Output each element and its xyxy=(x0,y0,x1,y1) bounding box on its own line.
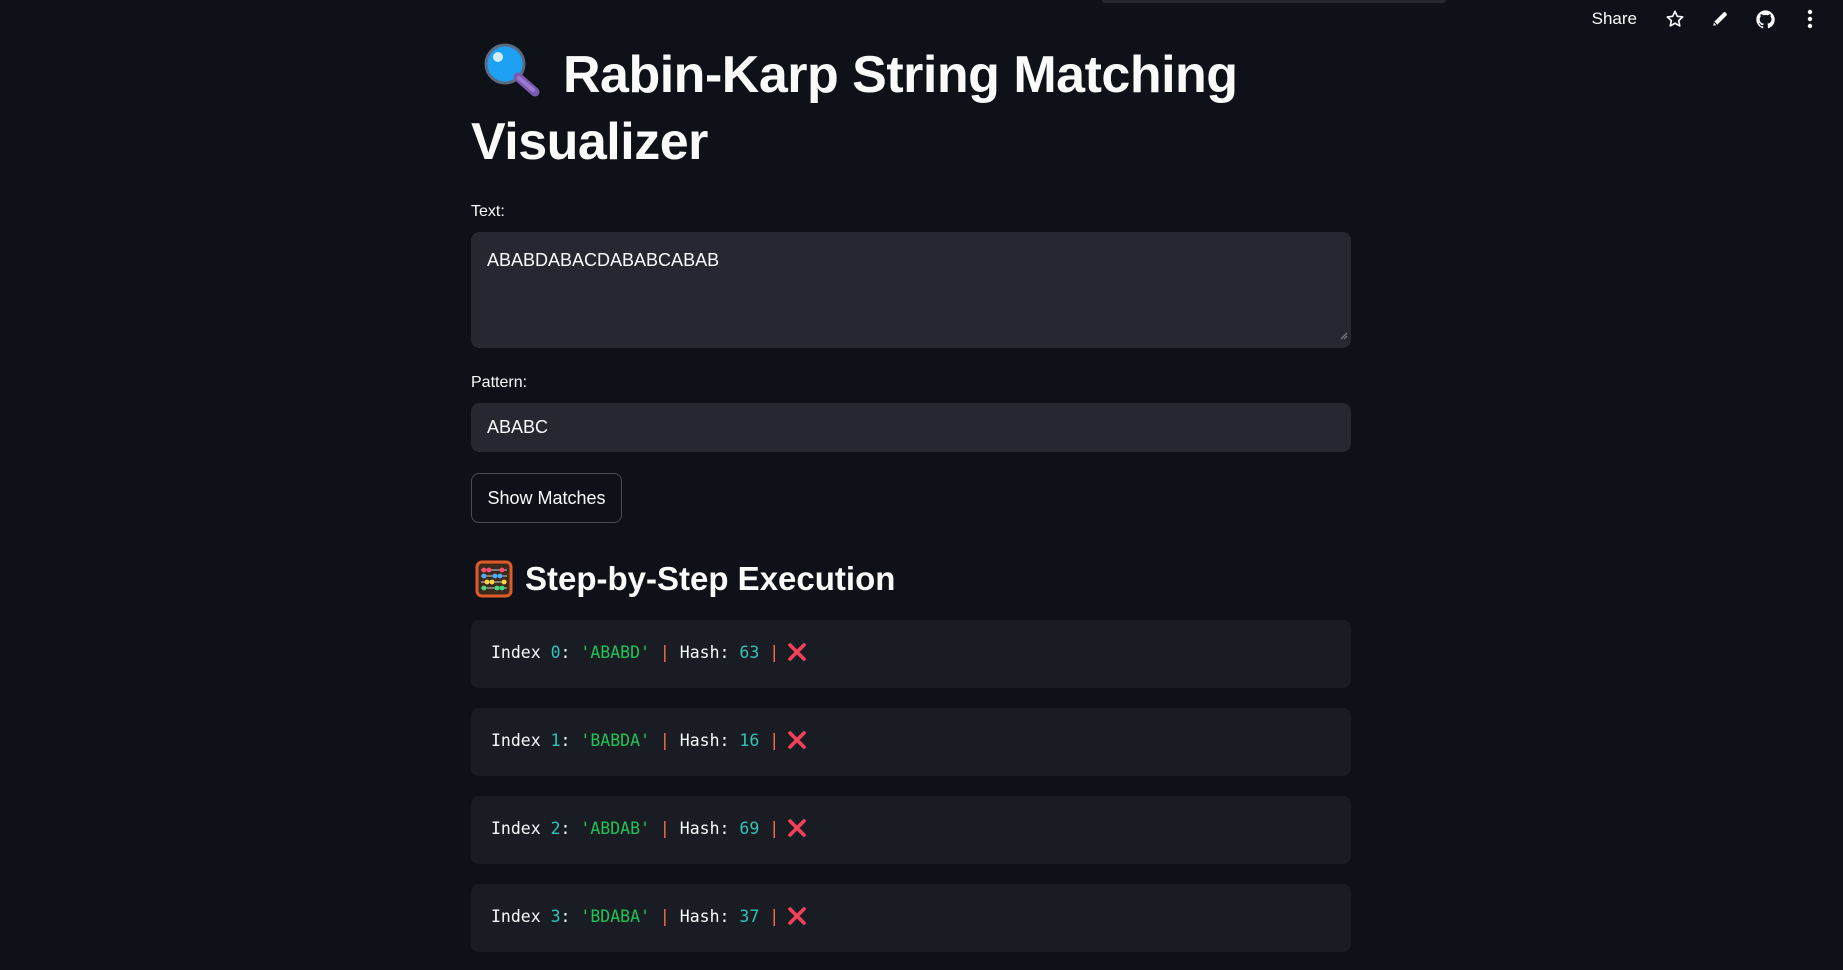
step-row-0: Index 0: 'ABABD' | Hash: 63 | xyxy=(471,620,1351,688)
separator: | xyxy=(769,906,780,926)
pattern-label: Pattern: xyxy=(471,374,528,391)
colon: : xyxy=(719,818,740,838)
hash-word: Hash xyxy=(679,906,720,926)
cross-mark-icon xyxy=(787,642,807,662)
page-title-text: Rabin-Karp String Matching Visualizer xyxy=(471,46,1238,171)
separator: | xyxy=(769,818,780,838)
colon: : xyxy=(719,642,740,662)
separator: | xyxy=(659,818,670,838)
window-string: 'BDABA' xyxy=(580,906,650,926)
app-root: Share Rabin-Karp String Matching Visuali… xyxy=(0,0,1843,970)
toolbar: Share xyxy=(1592,6,1821,32)
colon: : xyxy=(560,818,581,838)
separator: | xyxy=(659,906,670,926)
step-row-2: Index 2: 'ABDAB' | Hash: 69 | xyxy=(471,796,1351,864)
index-word: Index xyxy=(491,906,541,926)
share-button[interactable]: Share xyxy=(1592,9,1637,29)
show-matches-button[interactable]: Show Matches xyxy=(471,473,622,523)
colon: : xyxy=(719,730,740,750)
step-row-3: Index 3: 'BDABA' | Hash: 37 | xyxy=(471,884,1351,952)
colon: : xyxy=(560,906,581,926)
window-string: 'ABABD' xyxy=(580,642,650,662)
section-title: Step-by-Step Execution xyxy=(471,556,895,602)
star-icon[interactable] xyxy=(1664,8,1686,30)
index-word: Index xyxy=(491,730,541,750)
separator: | xyxy=(659,730,670,750)
step-line: Index 3: 'BDABA' | Hash: 37 | xyxy=(491,906,807,926)
hash-value: 16 xyxy=(739,730,760,750)
more-vertical-icon[interactable] xyxy=(1799,8,1821,30)
step-index: 3 xyxy=(550,906,561,926)
github-icon[interactable] xyxy=(1754,8,1776,30)
hash-word: Hash xyxy=(679,642,720,662)
step-index: 2 xyxy=(550,818,561,838)
text-label: Text: xyxy=(471,203,505,220)
colon: : xyxy=(719,906,740,926)
step-line: Index 0: 'ABABD' | Hash: 63 | xyxy=(491,642,807,662)
colon: : xyxy=(560,642,581,662)
separator: | xyxy=(769,642,780,662)
index-word: Index xyxy=(491,818,541,838)
hash-value: 37 xyxy=(739,906,760,926)
cross-mark-icon xyxy=(787,818,807,838)
window-string: 'ABDAB' xyxy=(580,818,650,838)
magnifying-glass-icon xyxy=(479,42,543,98)
window-string: 'BABDA' xyxy=(580,730,650,750)
cross-mark-icon xyxy=(787,906,807,926)
pattern-input[interactable]: ABABC xyxy=(471,403,1351,452)
pencil-icon[interactable] xyxy=(1709,8,1731,30)
resize-handle-icon[interactable] xyxy=(1340,327,1348,345)
step-index: 1 xyxy=(550,730,561,750)
abacus-icon xyxy=(475,560,513,598)
separator: | xyxy=(769,730,780,750)
hash-value: 63 xyxy=(739,642,760,662)
page-title: Rabin-Karp String Matching Visualizer xyxy=(471,42,1351,176)
hash-word: Hash xyxy=(679,730,720,750)
pattern-input-value: ABABC xyxy=(487,417,549,437)
step-line: Index 1: 'BABDA' | Hash: 16 | xyxy=(491,730,807,750)
step-row-1: Index 1: 'BABDA' | Hash: 16 | xyxy=(471,708,1351,776)
top-decoration-bar xyxy=(1102,0,1446,3)
hash-word: Hash xyxy=(679,818,720,838)
colon: : xyxy=(560,730,581,750)
index-word: Index xyxy=(491,642,541,662)
step-index: 0 xyxy=(550,642,561,662)
separator: | xyxy=(659,642,670,662)
hash-value: 69 xyxy=(739,818,760,838)
text-input-value: ABABDABACDABABCABAB xyxy=(487,250,720,270)
text-input-area[interactable]: ABABDABACDABABCABAB xyxy=(471,232,1351,348)
step-line: Index 2: 'ABDAB' | Hash: 69 | xyxy=(491,818,807,838)
cross-mark-icon xyxy=(787,730,807,750)
section-title-text: Step-by-Step Execution xyxy=(525,560,896,597)
